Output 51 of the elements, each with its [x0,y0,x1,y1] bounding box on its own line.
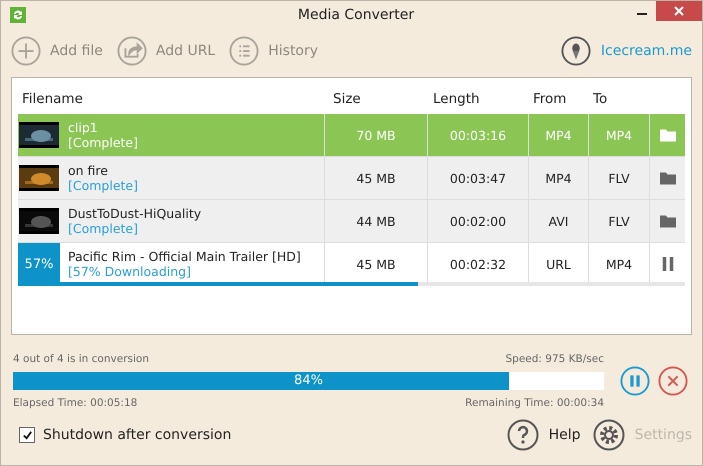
table-cell: 45 MB [325,157,428,199]
remaining-time: Remaining Time: 00:00:34 [465,397,604,409]
table-cell: MP4 [589,114,650,156]
pause-button[interactable] [620,366,650,396]
table-cell: 70 MB [325,114,428,156]
app-icon [10,7,26,23]
file-row[interactable]: on fire [Complete] 45 MB 00:03:47 MP4 FLV [18,157,685,200]
conversion-summary: 4 out of 4 is in conversion [13,353,149,365]
speed-label: Speed: 975 KB/sec [506,353,604,365]
column-header[interactable]: To [593,91,653,107]
file-status: [Complete] [68,178,139,193]
checkmark-icon [22,430,32,440]
close-button[interactable] [656,1,702,21]
table-cell: AVI [529,200,589,242]
footer-button[interactable]: Help [506,419,581,451]
ice-cream-icon [560,36,591,66]
column-header[interactable]: Length [433,91,533,107]
file-name: clip1 [68,120,99,135]
column-header[interactable]: Filename [18,91,333,107]
file-row[interactable]: 57% Pacific Rim - Official Main Trailer [HD] [57% Downloading] 45 MB 00:02:32 URL MP4 [18,243,685,286]
folder-icon[interactable] [660,171,676,185]
folder-icon[interactable] [660,214,676,228]
settings-icon [592,419,625,451]
file-row[interactable]: DustToDust-HiQuality [Complete] 44 MB 00:02:00 AVI FLV [18,200,685,243]
file-name: DustToDust-HiQuality [68,206,202,221]
progress-percent: 57% [18,243,60,285]
file-status: [Complete] [68,221,139,236]
progress-percent: 84% [293,372,324,390]
elapsed-time: Elapsed Time: 00:05:18 [13,397,138,409]
table-cell: 00:02:00 [428,200,529,242]
checkbox[interactable] [19,427,35,443]
plus-icon [11,36,41,66]
table-cell: 44 MB [325,200,428,242]
table-cell: 00:03:47 [428,157,529,199]
column-header[interactable]: Size [333,91,433,107]
share-icon [116,36,147,66]
file-name: Pacific Rim - Official Main Trailer [HD] [68,249,302,264]
file-status: [Complete] [68,135,139,150]
file-name: on fire [68,163,109,178]
table-cell: FLV [589,157,650,199]
column-header[interactable]: From [533,91,593,107]
file-status: [57% Downloading] [68,264,192,279]
table-cell: 00:03:16 [428,114,529,156]
table-cell: MP4 [529,114,589,156]
help-icon [506,419,539,451]
window-title: Media Converter [298,7,414,23]
table-cell: MP4 [529,157,589,199]
cancel-button[interactable] [658,366,688,396]
checkbox-label[interactable]: Shutdown after conversion [43,427,232,443]
list-icon [229,36,260,66]
table-cell: FLV [589,200,650,242]
